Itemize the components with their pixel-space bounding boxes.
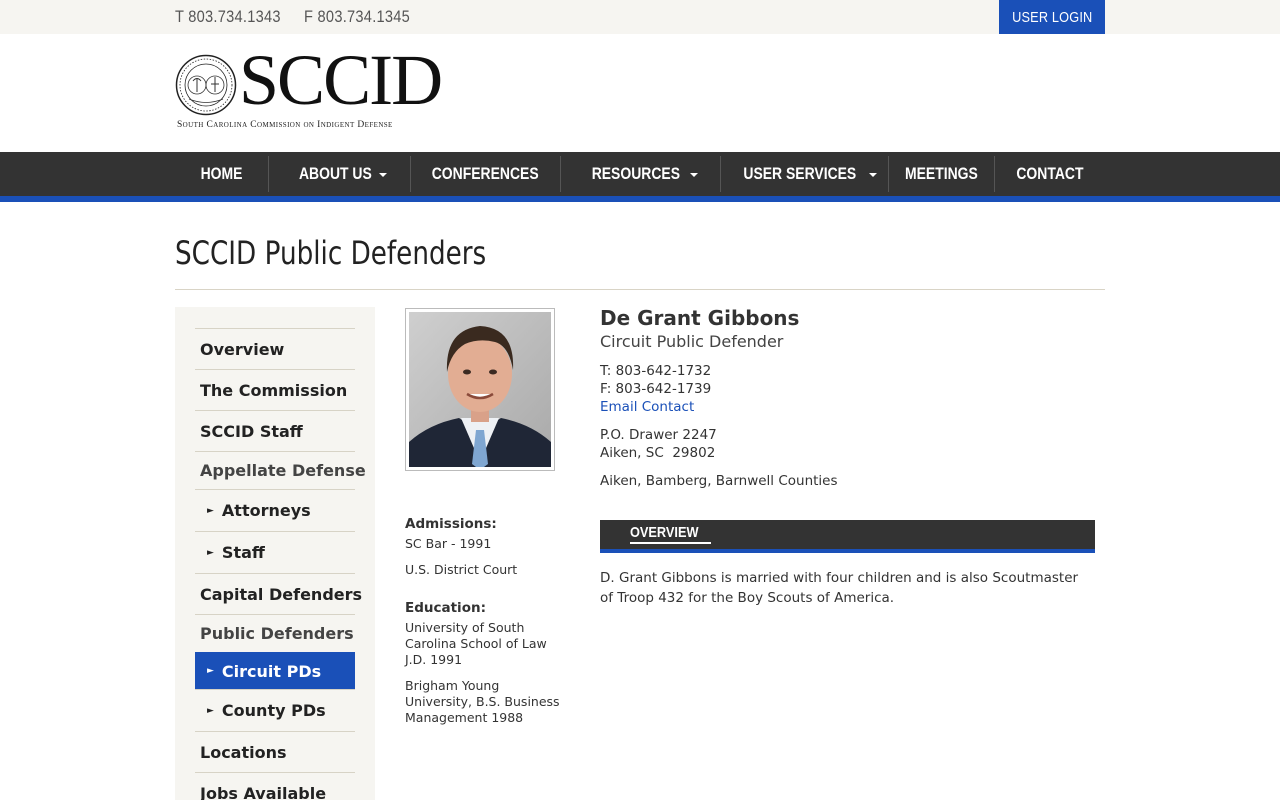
chevron-down-icon <box>868 173 877 177</box>
admissions-section: Admissions: SC Bar - 1991 U.S. District … <box>405 516 565 578</box>
contact-info: T: 803-642-1732 F: 803-642-1739 Email Co… <box>600 362 711 416</box>
sidebar-item-label: Appellate Defense <box>200 461 366 480</box>
nav-link-contact[interactable]: CONTACT <box>1009 164 1091 184</box>
bullet-icon: ► <box>207 705 214 716</box>
nav-item-home: HOME <box>175 152 268 196</box>
divider <box>175 289 1105 290</box>
sidebar-item-overview[interactable]: Overview <box>195 328 355 369</box>
nav-link-conferences[interactable]: CONFERENCES <box>420 164 550 184</box>
sidebar-item-label: Jobs Available <box>200 783 327 800</box>
sidebar-item-label: The Commission <box>200 380 348 400</box>
sidebar-item-appellate-defense[interactable]: Appellate Defense <box>195 451 366 489</box>
phone-number: T 803.734.1343 <box>175 7 281 26</box>
bullet-icon: ► <box>207 666 214 676</box>
main-nav: HOME ABOUT US CONFERENCES RESOURCES USER… <box>0 152 1280 202</box>
email-contact-link[interactable]: Email Contact <box>600 399 694 415</box>
sidebar-item-circuit-pds[interactable]: ► Circuit PDs <box>195 652 355 689</box>
sidebar-item-locations[interactable]: Locations <box>195 731 355 772</box>
sidebar-item-sccid-staff[interactable]: SCCID Staff <box>195 410 355 451</box>
address-line: P.O. Drawer 2247 <box>600 427 717 443</box>
overview-header: OVERVIEW <box>600 520 1095 553</box>
nav-link-resources[interactable]: RESOURCES <box>582 164 698 184</box>
nav-item-conferences: CONFERENCES <box>410 152 560 196</box>
sidebar-item-label: Public Defenders <box>200 624 354 643</box>
page-title: SCCID Public Defenders <box>175 234 487 272</box>
admission-item: SC Bar - 1991 <box>405 536 492 551</box>
sidebar-menu: Overview The Commission SCCID Staff Appe… <box>195 328 366 800</box>
logo-subtitle: South Carolina Commission on Indigent De… <box>177 120 393 130</box>
chevron-down-icon <box>689 173 698 177</box>
site-logo[interactable]: SCCID South Carolina Commission on Indig… <box>175 44 457 134</box>
sidebar-item-capital-defenders[interactable]: Capital Defenders <box>195 573 362 614</box>
bullet-icon: ► <box>207 547 214 558</box>
sidebar-item-label: Staff <box>221 543 265 562</box>
sidebar-item-county-pds[interactable]: ► County PDs <box>195 689 355 731</box>
nav-item-user-services: USER SERVICES <box>720 152 888 196</box>
address-line: Aiken, SC 29802 <box>600 445 716 461</box>
sidebar-item-attorneys[interactable]: ► Attorneys <box>195 489 355 531</box>
fax-line: F: 803-642-1739 <box>600 381 712 397</box>
nav-item-about-us: ABOUT US <box>268 152 410 196</box>
sidebar-item-label: Circuit PDs <box>221 661 322 681</box>
education-heading: Education: <box>405 600 486 616</box>
bullet-icon: ► <box>207 505 214 516</box>
mailing-address: P.O. Drawer 2247 Aiken, SC 29802 <box>600 426 717 462</box>
sidebar-item-label: SCCID Staff <box>200 421 303 441</box>
nav-label: MEETINGS <box>904 164 978 183</box>
overview-text: D. Grant Gibbons is married with four ch… <box>600 570 1079 606</box>
chevron-down-icon <box>379 173 388 177</box>
sidebar-item-staff[interactable]: ► Staff <box>195 531 355 573</box>
nav-label: HOME <box>200 164 243 183</box>
overview-label: OVERVIEW <box>630 524 699 541</box>
counties-served: Aiken, Bamberg, Barnwell Counties <box>600 473 838 489</box>
sidebar-item-public-defenders[interactable]: Public Defenders <box>195 614 355 652</box>
nav-item-contact: CONTACT <box>994 152 1105 196</box>
contact-numbers: T 803.734.1343 F 803.734.1345 <box>175 7 429 27</box>
nav-link-home[interactable]: HOME <box>196 164 247 184</box>
nav-item-meetings: MEETINGS <box>888 152 994 196</box>
education-item: University of South Carolina School of L… <box>405 620 547 667</box>
sidebar-item-jobs-available[interactable]: Jobs Available <box>195 772 355 800</box>
sidebar: Overview The Commission SCCID Staff Appe… <box>175 307 375 800</box>
nav-label: USER SERVICES <box>743 164 857 183</box>
top-bar: T 803.734.1343 F 803.734.1345 USER LOGIN <box>0 0 1280 34</box>
sidebar-item-the-commission[interactable]: The Commission <box>195 369 355 410</box>
user-login-button[interactable]: USER LOGIN <box>999 0 1105 34</box>
sidebar-item-label: Attorneys <box>221 501 311 520</box>
phone-line: T: 803-642-1732 <box>600 363 712 379</box>
person-name: De Grant Gibbons <box>600 306 800 330</box>
admission-item: U.S. District Court <box>405 562 518 577</box>
fax-number: F 803.734.1345 <box>304 7 411 26</box>
nav-label: RESOURCES <box>591 164 681 183</box>
logo-wordmark: SCCID <box>239 40 443 120</box>
admissions-heading: Admissions: <box>405 516 497 532</box>
nav-label: CONTACT <box>1015 164 1084 183</box>
nav-item-resources: RESOURCES <box>560 152 720 196</box>
sidebar-item-label: Overview <box>200 339 285 359</box>
nav-link-about-us[interactable]: ABOUT US <box>291 164 388 184</box>
nav-label: ABOUT US <box>298 164 372 183</box>
education-item: Brigham Young University, B.S. Business … <box>405 678 560 725</box>
portrait-image <box>409 312 551 467</box>
person-role: Circuit Public Defender <box>600 332 784 351</box>
sidebar-item-label: Capital Defenders <box>200 584 363 604</box>
sidebar-item-label: County PDs <box>221 701 326 720</box>
profile-photo <box>405 308 555 471</box>
state-seal-icon <box>175 54 237 116</box>
nav-link-user-services[interactable]: USER SERVICES <box>731 164 877 184</box>
education-section: Education: University of South Carolina … <box>405 600 565 726</box>
nav-label: CONFERENCES <box>431 164 539 183</box>
site-header: SCCID South Carolina Commission on Indig… <box>0 34 1280 152</box>
overview-tab: OVERVIEW <box>630 524 711 544</box>
nav-link-meetings[interactable]: MEETINGS <box>897 164 986 184</box>
sidebar-item-label: Locations <box>200 742 287 762</box>
user-login-label: USER LOGIN <box>1011 8 1093 26</box>
